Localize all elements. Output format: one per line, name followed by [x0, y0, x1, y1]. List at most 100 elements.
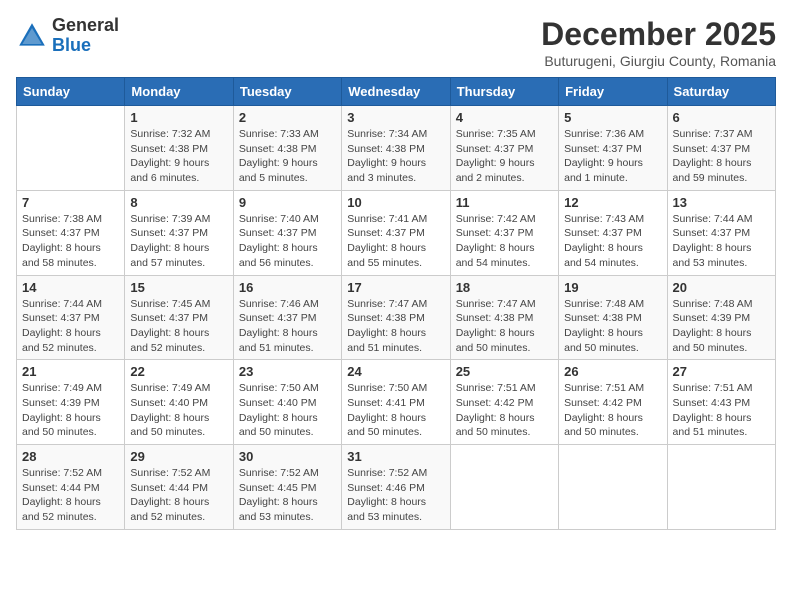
weekday-row: SundayMondayTuesdayWednesdayThursdayFrid…: [17, 78, 776, 106]
day-number: 8: [130, 195, 227, 210]
day-number: 16: [239, 280, 336, 295]
day-info: Sunrise: 7:48 AMSunset: 4:39 PMDaylight:…: [673, 297, 770, 356]
calendar-body: 1 Sunrise: 7:32 AMSunset: 4:38 PMDaylight…: [17, 106, 776, 530]
day-number: 4: [456, 110, 553, 125]
day-info: Sunrise: 7:39 AMSunset: 4:37 PMDaylight:…: [130, 212, 227, 271]
day-number: 13: [673, 195, 770, 210]
calendar-cell: 27 Sunrise: 7:51 AMSunset: 4:43 PMDayligh…: [667, 360, 775, 445]
day-info: Sunrise: 7:49 AMSunset: 4:40 PMDaylight:…: [130, 381, 227, 440]
day-number: 2: [239, 110, 336, 125]
day-info: Sunrise: 7:46 AMSunset: 4:37 PMDaylight:…: [239, 297, 336, 356]
calendar-cell: [559, 445, 667, 530]
calendar-cell: 23Sunrise: 7:50 AMSunset: 4:40 PMDayligh…: [233, 360, 341, 445]
day-info: Sunrise: 7:37 AMSunset: 4:37 PMDaylight:…: [673, 127, 770, 186]
calendar-cell: 19 Sunrise: 7:48 AMSunset: 4:38 PMDayligh…: [559, 275, 667, 360]
day-info: Sunrise: 7:42 AMSunset: 4:37 PMDaylight:…: [456, 212, 553, 271]
calendar-cell: 1 Sunrise: 7:32 AMSunset: 4:38 PMDaylight…: [125, 106, 233, 191]
day-info: Sunrise: 7:44 AMSunset: 4:37 PMDaylight:…: [673, 212, 770, 271]
day-number: 6: [673, 110, 770, 125]
calendar-cell: 4 Sunrise: 7:35 AMSunset: 4:37 PMDaylight…: [450, 106, 558, 191]
calendar-cell: 5Sunrise: 7:36 AMSunset: 4:37 PMDaylight…: [559, 106, 667, 191]
day-info: Sunrise: 7:41 AMSunset: 4:37 PMDaylight:…: [347, 212, 444, 271]
weekday-header: Monday: [125, 78, 233, 106]
weekday-header: Tuesday: [233, 78, 341, 106]
weekday-header: Thursday: [450, 78, 558, 106]
calendar-cell: 16 Sunrise: 7:46 AMSunset: 4:37 PMDayligh…: [233, 275, 341, 360]
day-number: 20: [673, 280, 770, 295]
calendar-cell: 7Sunrise: 7:38 AMSunset: 4:37 PMDaylight…: [17, 190, 125, 275]
day-info: Sunrise: 7:52 AMSunset: 4:44 PMDaylight:…: [130, 466, 227, 525]
calendar-cell: 9 Sunrise: 7:40 AMSunset: 4:37 PMDaylight…: [233, 190, 341, 275]
calendar-cell: 25 Sunrise: 7:51 AMSunset: 4:42 PMDayligh…: [450, 360, 558, 445]
day-info: Sunrise: 7:52 AMSunset: 4:45 PMDaylight:…: [239, 466, 336, 525]
day-number: 31: [347, 449, 444, 464]
day-info: Sunrise: 7:49 AMSunset: 4:39 PMDaylight:…: [22, 381, 119, 440]
day-info: Sunrise: 7:44 AMSunset: 4:37 PMDaylight:…: [22, 297, 119, 356]
weekday-header: Friday: [559, 78, 667, 106]
logo-general: General: [52, 15, 119, 35]
day-number: 11: [456, 195, 553, 210]
day-number: 18: [456, 280, 553, 295]
day-info: Sunrise: 7:48 AMSunset: 4:38 PMDaylight:…: [564, 297, 661, 356]
day-info: Sunrise: 7:51 AMSunset: 4:42 PMDaylight:…: [564, 381, 661, 440]
day-info: Sunrise: 7:47 AMSunset: 4:38 PMDaylight:…: [456, 297, 553, 356]
day-info: Sunrise: 7:36 AMSunset: 4:37 PMDaylight:…: [564, 127, 661, 186]
logo-icon: [16, 20, 48, 52]
day-number: 10: [347, 195, 444, 210]
day-number: 9: [239, 195, 336, 210]
calendar-cell: 26 Sunrise: 7:51 AMSunset: 4:42 PMDayligh…: [559, 360, 667, 445]
day-info: Sunrise: 7:51 AMSunset: 4:42 PMDaylight:…: [456, 381, 553, 440]
day-number: 7: [22, 195, 119, 210]
weekday-header: Wednesday: [342, 78, 450, 106]
day-number: 3: [347, 110, 444, 125]
calendar-cell: 22 Sunrise: 7:49 AMSunset: 4:40 PMDayligh…: [125, 360, 233, 445]
day-number: 14: [22, 280, 119, 295]
day-info: Sunrise: 7:52 AMSunset: 4:46 PMDaylight:…: [347, 466, 444, 525]
day-number: 29: [130, 449, 227, 464]
day-info: Sunrise: 7:35 AMSunset: 4:37 PMDaylight:…: [456, 127, 553, 186]
calendar-cell: 13 Sunrise: 7:44 AMSunset: 4:37 PMDayligh…: [667, 190, 775, 275]
calendar-table: SundayMondayTuesdayWednesdayThursdayFrid…: [16, 77, 776, 530]
calendar-cell: [667, 445, 775, 530]
day-info: Sunrise: 7:32 AMSunset: 4:38 PMDaylight:…: [130, 127, 227, 186]
calendar-cell: 10 Sunrise: 7:41 AMSunset: 4:37 PMDayligh…: [342, 190, 450, 275]
calendar-cell: 20 Sunrise: 7:48 AMSunset: 4:39 PMDayligh…: [667, 275, 775, 360]
calendar-cell: 29 Sunrise: 7:52 AMSunset: 4:44 PMDayligh…: [125, 445, 233, 530]
day-info: Sunrise: 7:40 AMSunset: 4:37 PMDaylight:…: [239, 212, 336, 271]
day-number: 26: [564, 364, 661, 379]
day-number: 22: [130, 364, 227, 379]
calendar-subtitle: Buturugeni, Giurgiu County, Romania: [541, 53, 776, 69]
calendar-cell: 17Sunrise: 7:47 AMSunset: 4:38 PMDayligh…: [342, 275, 450, 360]
day-number: 19: [564, 280, 661, 295]
calendar-week-row: 1 Sunrise: 7:32 AMSunset: 4:38 PMDaylight…: [17, 106, 776, 191]
day-info: Sunrise: 7:51 AMSunset: 4:43 PMDaylight:…: [673, 381, 770, 440]
day-number: 25: [456, 364, 553, 379]
calendar-cell: 24Sunrise: 7:50 AMSunset: 4:41 PMDayligh…: [342, 360, 450, 445]
calendar-cell: 15Sunrise: 7:45 AMSunset: 4:37 PMDayligh…: [125, 275, 233, 360]
calendar-cell: [450, 445, 558, 530]
calendar-header: SundayMondayTuesdayWednesdayThursdayFrid…: [17, 78, 776, 106]
calendar-cell: 18 Sunrise: 7:47 AMSunset: 4:38 PMDayligh…: [450, 275, 558, 360]
calendar-cell: 14 Sunrise: 7:44 AMSunset: 4:37 PMDayligh…: [17, 275, 125, 360]
calendar-cell: 3 Sunrise: 7:34 AMSunset: 4:38 PMDaylight…: [342, 106, 450, 191]
calendar-cell: 31 Sunrise: 7:52 AMSunset: 4:46 PMDayligh…: [342, 445, 450, 530]
day-info: Sunrise: 7:43 AMSunset: 4:37 PMDaylight:…: [564, 212, 661, 271]
calendar-cell: 8 Sunrise: 7:39 AMSunset: 4:37 PMDaylight…: [125, 190, 233, 275]
calendar-week-row: 14 Sunrise: 7:44 AMSunset: 4:37 PMDayligh…: [17, 275, 776, 360]
day-number: 24: [347, 364, 444, 379]
day-number: 17: [347, 280, 444, 295]
day-number: 15: [130, 280, 227, 295]
day-number: 30: [239, 449, 336, 464]
calendar-cell: 6 Sunrise: 7:37 AMSunset: 4:37 PMDaylight…: [667, 106, 775, 191]
day-number: 28: [22, 449, 119, 464]
day-number: 27: [673, 364, 770, 379]
weekday-header: Saturday: [667, 78, 775, 106]
calendar-cell: 12Sunrise: 7:43 AMSunset: 4:37 PMDayligh…: [559, 190, 667, 275]
calendar-cell: 21Sunrise: 7:49 AMSunset: 4:39 PMDayligh…: [17, 360, 125, 445]
day-info: Sunrise: 7:34 AMSunset: 4:38 PMDaylight:…: [347, 127, 444, 186]
day-number: 1: [130, 110, 227, 125]
calendar-cell: [17, 106, 125, 191]
calendar-week-row: 7Sunrise: 7:38 AMSunset: 4:37 PMDaylight…: [17, 190, 776, 275]
calendar-cell: 11 Sunrise: 7:42 AMSunset: 4:37 PMDayligh…: [450, 190, 558, 275]
logo-text: General Blue: [52, 16, 119, 56]
